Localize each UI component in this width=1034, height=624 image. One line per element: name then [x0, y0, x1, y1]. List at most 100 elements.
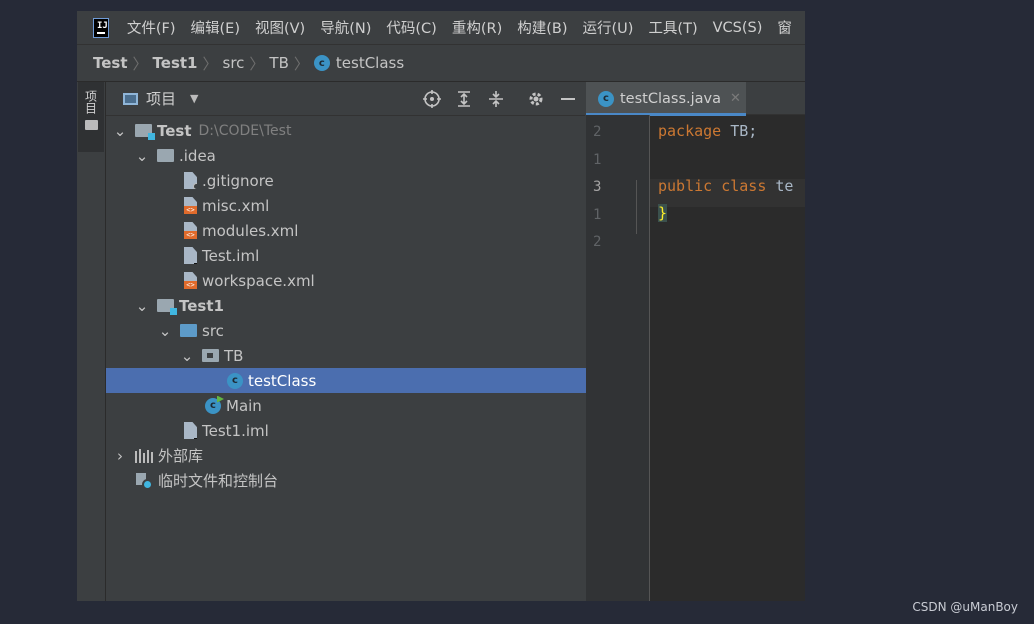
tree-item-test1[interactable]: ⌄ Test1 — [106, 293, 615, 318]
tree-item-label: Test — [157, 121, 192, 140]
tree-item-label: Test.iml — [202, 246, 260, 265]
tree-item-label: testClass — [248, 371, 317, 390]
breadcrumb-item[interactable]: src — [223, 54, 245, 72]
menu-code[interactable]: 代码(C) — [386, 17, 436, 38]
tab-label: testClass.java — [620, 90, 721, 107]
java-class-icon: c — [313, 55, 330, 71]
folder-icon — [157, 149, 174, 162]
scratches-icon — [136, 472, 153, 490]
editor-tab-bar: c testClass.java ✕ — [586, 82, 805, 116]
breadcrumb-item[interactable]: TB — [269, 54, 288, 72]
tab-testclass-java[interactable]: c testClass.java ✕ — [586, 82, 746, 116]
menu-view[interactable]: 视图(V) — [255, 17, 305, 38]
line-number: 3 — [593, 179, 602, 195]
tree-item-label: .idea — [179, 146, 216, 165]
line-number: 1 — [593, 152, 602, 168]
project-panel: 项目 ▼ ⌄ Test D:\CODE\Test ⌄ .idea .gitign… — [106, 82, 706, 601]
breadcrumb-separator-icon: 〉 — [132, 54, 148, 73]
close-icon[interactable]: ✕ — [730, 91, 741, 106]
java-class-icon: c — [598, 90, 614, 107]
menu-navigate[interactable]: 导航(N) — [320, 17, 371, 38]
chevron-down-icon[interactable]: ⌄ — [181, 347, 194, 365]
collapse-all-icon[interactable] — [487, 90, 505, 108]
iml-file-icon — [184, 422, 197, 439]
xml-file-icon: <> — [184, 272, 197, 289]
folder-icon — [84, 120, 98, 130]
tree-item-test1-iml[interactable]: Test1.iml — [106, 418, 663, 443]
menu-vcs[interactable]: VCS(S) — [713, 20, 763, 36]
breadcrumb-item[interactable]: testClass — [336, 54, 404, 72]
code-line: public class te — [658, 177, 794, 195]
tree-item-workspace-xml[interactable]: <> workspace.xml — [106, 268, 663, 293]
module-folder-icon — [157, 299, 177, 315]
tree-item-label: modules.xml — [202, 221, 299, 240]
chevron-down-icon[interactable]: ⌄ — [159, 322, 172, 340]
left-tool-strip: 项目 — [77, 82, 106, 601]
tree-item-label: Main — [226, 396, 262, 415]
code-editor[interactable]: c testClass.java ✕ 2 1 3 1 2 package TB;… — [586, 82, 805, 601]
tree-item-label: misc.xml — [202, 196, 270, 215]
line-number: 1 — [593, 207, 602, 223]
fold-guide — [636, 180, 637, 234]
chevron-down-icon[interactable]: ⌄ — [136, 297, 149, 315]
menu-refactor[interactable]: 重构(R) — [452, 17, 502, 38]
breadcrumb: Test 〉 Test1 〉 src 〉 TB 〉 c testClass — [77, 44, 805, 82]
xml-file-icon: <> — [184, 197, 197, 214]
tree-item-gitignore[interactable]: .gitignore — [106, 168, 663, 193]
tree-item-test-iml[interactable]: Test.iml — [106, 243, 663, 268]
hide-panel-icon[interactable] — [559, 90, 577, 108]
source-folder-icon — [180, 324, 197, 337]
code-line: } — [658, 204, 668, 222]
ide-window: IJ 文件(F) 编辑(E) 视图(V) 导航(N) 代码(C) 重构(R) 构… — [77, 11, 805, 601]
tree-item-src[interactable]: ⌄ src — [106, 318, 638, 343]
line-number: 2 — [593, 234, 602, 250]
tree-item-label: src — [202, 321, 224, 340]
chevron-down-icon[interactable]: ▼ — [190, 92, 198, 105]
breadcrumb-separator-icon: 〉 — [249, 54, 265, 73]
tree-item-scratches[interactable]: 临时文件和控制台 — [106, 468, 615, 493]
xml-file-icon: <> — [184, 222, 197, 239]
java-class-icon: c — [227, 372, 243, 389]
tree-item-modules-xml[interactable]: <> modules.xml — [106, 218, 663, 243]
locate-icon[interactable] — [423, 89, 441, 108]
line-number: 2 — [593, 124, 602, 140]
tree-item-test[interactable]: ⌄ Test D:\CODE\Test — [106, 118, 593, 143]
menu-run[interactable]: 运行(U) — [583, 17, 634, 38]
chevron-right-icon[interactable]: › — [114, 447, 126, 465]
tree-item-idea[interactable]: ⌄ .idea — [106, 143, 615, 168]
breadcrumb-item[interactable]: Test1 — [153, 54, 198, 72]
breadcrumb-item[interactable]: Test — [93, 54, 128, 72]
tree-item-label: 外部库 — [158, 447, 204, 465]
menu-build[interactable]: 构建(B) — [517, 17, 567, 38]
expand-all-icon[interactable] — [455, 90, 473, 108]
project-panel-header: 项目 ▼ — [106, 82, 585, 116]
menu-window[interactable]: 窗 — [777, 17, 792, 38]
intellij-logo-icon: IJ — [93, 17, 109, 38]
tree-item-label: 临时文件和控制台 — [158, 472, 279, 490]
menu-edit[interactable]: 编辑(E) — [191, 17, 240, 38]
chevron-down-icon[interactable]: ⌄ — [114, 122, 127, 140]
panel-toolbar — [409, 82, 577, 115]
menu-file[interactable]: 文件(F) — [127, 17, 176, 38]
tree-item-path: D:\CODE\Test — [198, 122, 292, 139]
chevron-down-icon[interactable]: ⌄ — [136, 147, 149, 165]
package-icon — [202, 349, 219, 362]
libraries-icon — [135, 448, 153, 463]
watermark: CSDN @uManBoy — [912, 600, 1018, 614]
tree-item-tb[interactable]: ⌄ TB — [106, 343, 660, 368]
tree-item-misc-xml[interactable]: <> misc.xml — [106, 193, 663, 218]
gear-icon[interactable] — [527, 90, 545, 108]
project-view-selector[interactable]: 项目 — [146, 88, 176, 109]
breadcrumb-separator-icon: 〉 — [202, 54, 218, 73]
line-number-gutter: 2 1 3 1 2 — [586, 115, 650, 601]
tree-item-label: .gitignore — [202, 171, 274, 190]
breadcrumb-separator-icon: 〉 — [293, 54, 309, 73]
tree-item-external-libraries[interactable]: › 外部库 — [106, 443, 593, 468]
tree-item-label: TB — [224, 346, 244, 365]
menu-tools[interactable]: 工具(T) — [648, 17, 697, 38]
tree-item-label: workspace.xml — [202, 271, 315, 290]
project-view-icon — [123, 92, 138, 105]
iml-file-icon — [184, 247, 197, 264]
project-tool-tab[interactable]: 项目 — [78, 82, 104, 152]
gitignore-file-icon — [184, 172, 197, 189]
